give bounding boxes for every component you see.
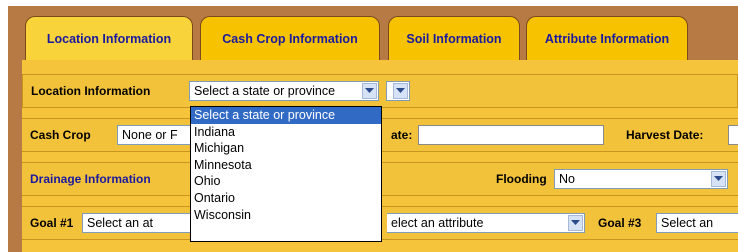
goal-2-select[interactable]: elect an attribute	[387, 213, 585, 233]
drainage-information-link[interactable]: Drainage Information	[30, 172, 151, 186]
tab-label: Cash Crop Information	[222, 31, 358, 46]
dropdown-option[interactable]: Minnesota	[191, 157, 381, 174]
state-dropdown-list[interactable]: Select a state or province Indiana Michi…	[190, 106, 382, 242]
goal-1-select[interactable]: Select an at	[82, 213, 192, 233]
tab-cash-crop-information[interactable]: Cash Crop Information	[200, 16, 380, 60]
goal-2-value: elect an attribute	[391, 216, 484, 230]
chevron-down-icon[interactable]	[393, 83, 408, 99]
tab-label: Location Information	[46, 31, 172, 46]
planting-date-input[interactable]	[418, 125, 604, 145]
cash-crop-label: Cash Crop	[30, 128, 91, 142]
goal-3-value: Select an	[661, 216, 714, 230]
state-select[interactable]: Select a state or province	[189, 81, 379, 101]
chevron-down-icon[interactable]	[362, 83, 377, 99]
dropdown-option[interactable]: Wisconsin	[191, 207, 381, 224]
harvest-date-input[interactable]	[728, 125, 738, 145]
tab-soil-information[interactable]: Soil Information	[388, 16, 520, 60]
flooding-value: No	[559, 172, 575, 186]
chevron-down-icon[interactable]	[568, 215, 583, 231]
dropdown-option[interactable]: Michigan	[191, 140, 381, 157]
dropdown-option[interactable]: Ohio	[191, 173, 381, 190]
goal-1-value: Select an at	[87, 216, 154, 230]
location-label: Location Information	[31, 84, 151, 98]
tab-attribute-information[interactable]: Attribute Information	[526, 16, 688, 60]
tab-label: Attribute Information	[544, 31, 670, 46]
tab-location-information[interactable]: Location Information	[25, 16, 193, 60]
flooding-select[interactable]: No	[554, 169, 728, 189]
tab-label: Soil Information	[406, 31, 502, 46]
county-select[interactable]	[386, 81, 410, 101]
goal-3-label: Goal #3	[598, 216, 642, 230]
dropdown-option[interactable]: Ontario	[191, 190, 381, 207]
dropdown-option[interactable]: Select a state or province	[191, 107, 381, 124]
state-select-value: Select a state or province	[194, 84, 336, 98]
goal-1-label: Goal #1	[30, 216, 74, 230]
cash-crop-value: None or F	[122, 128, 178, 142]
dropdown-option[interactable]: Indiana	[191, 124, 381, 141]
flooding-label: Flooding	[496, 172, 547, 186]
goal-3-select[interactable]: Select an	[656, 213, 738, 233]
harvest-date-label: Harvest Date:	[626, 128, 704, 142]
cash-crop-select[interactable]: None or F	[117, 125, 197, 145]
chevron-down-icon[interactable]	[711, 171, 726, 187]
location-row: Location Information Select a state or p…	[22, 74, 738, 108]
planting-date-label: ate:	[391, 128, 413, 142]
